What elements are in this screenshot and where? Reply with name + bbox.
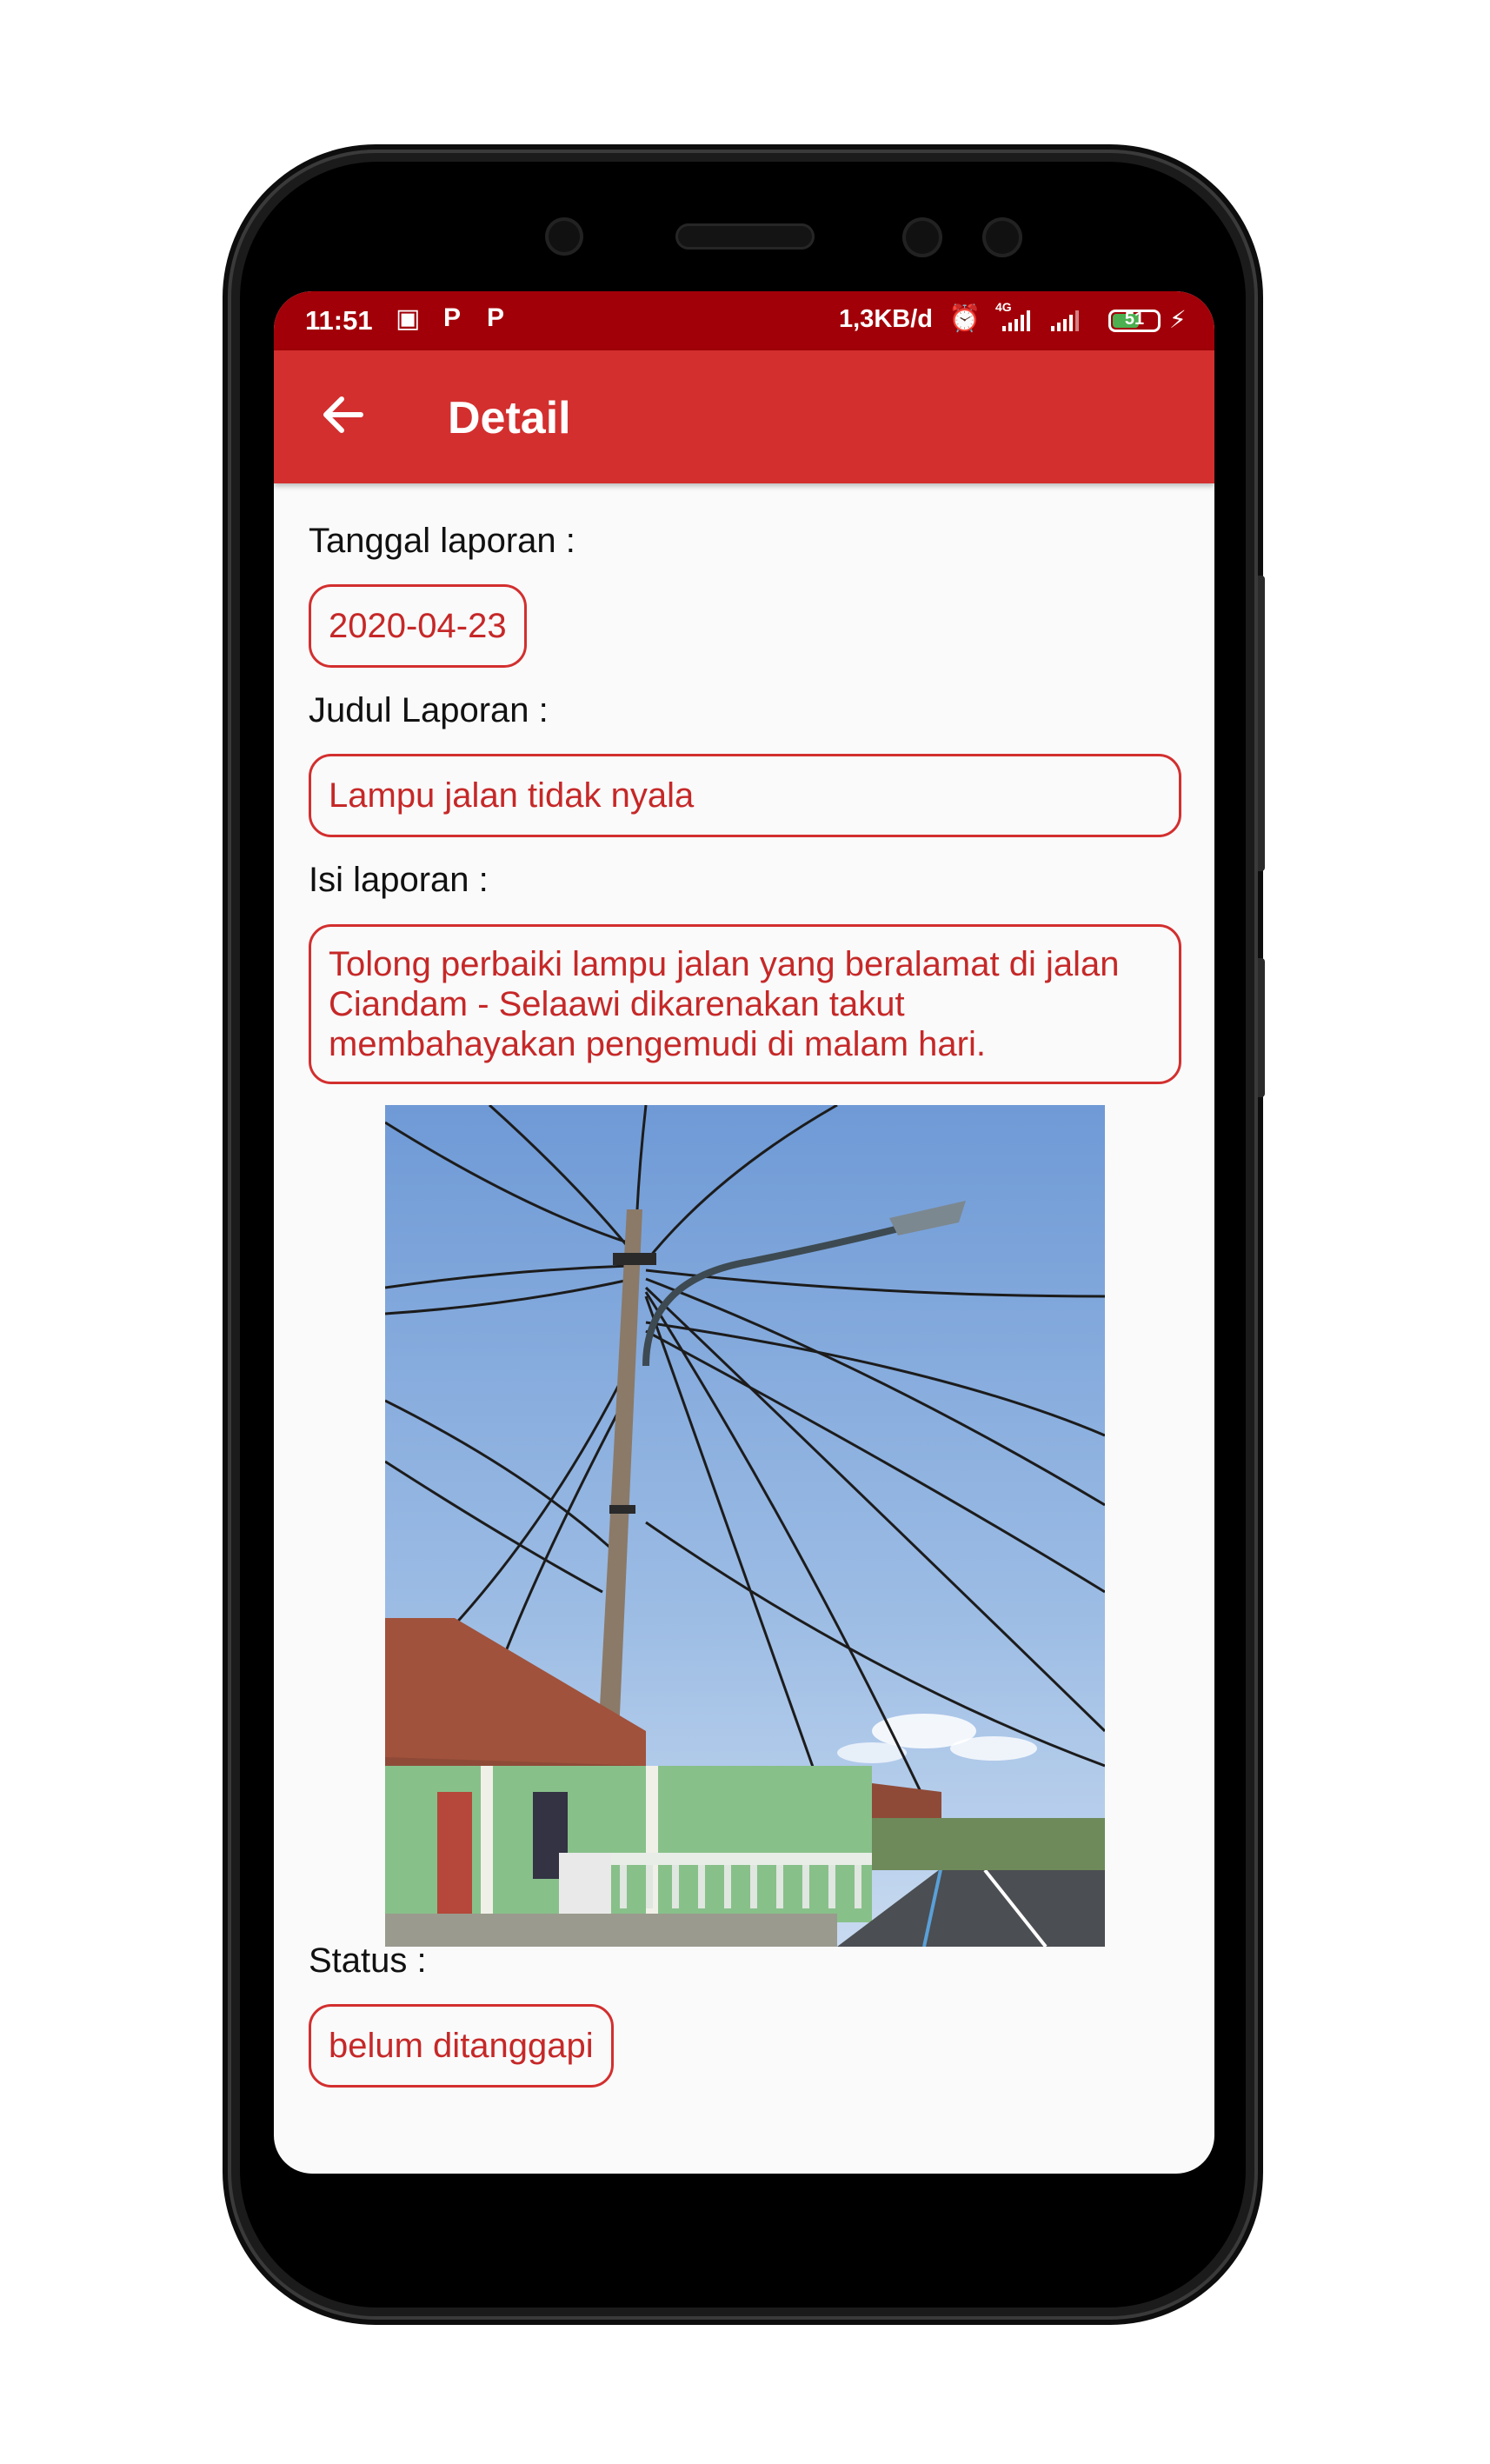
sensor-dot: [982, 217, 1022, 257]
front-camera: [545, 217, 583, 256]
status-time: 11:51: [305, 305, 373, 336]
page-title: Detail: [448, 393, 571, 443]
sensor-dot: [902, 217, 942, 257]
status-label: Status :: [309, 1941, 427, 1980]
app-bar: Detail: [274, 350, 1214, 483]
charging-icon: ⚡: [1169, 306, 1187, 333]
battery-level: 51: [1124, 310, 1145, 329]
status-badge: belum ditanggapi: [309, 2004, 614, 2088]
parking-app-icon: P: [443, 303, 462, 332]
arrow-left-icon[interactable]: [317, 389, 369, 441]
usb-icon: ▣: [396, 304, 421, 333]
volume-button: [1258, 576, 1265, 871]
content-value: Tolong perbaiki lampu jalan yang beralam…: [309, 924, 1181, 1084]
power-button: [1258, 958, 1265, 1097]
report-photo[interactable]: [385, 1105, 1105, 1947]
parking-app-icon: P: [487, 303, 505, 332]
date-value: 2020-04-23: [309, 584, 527, 668]
earpiece-speaker: [675, 223, 815, 250]
alarm-icon: ⏰: [948, 304, 981, 333]
signal-icon: [1051, 310, 1079, 331]
title-value: Lampu jalan tidak nyala: [309, 754, 1181, 837]
network-speed: 1,3KB/d: [839, 305, 933, 333]
signal-icon: [1002, 310, 1030, 331]
date-label: Tanggal laporan :: [309, 522, 575, 560]
app-screen: 11:51 ▣ P P 1,3KB/d ⏰ 4G 51 ⚡ Detail Tan…: [274, 291, 1214, 2174]
content-label: Isi laporan :: [309, 861, 489, 899]
battery-icon: 51: [1108, 310, 1161, 332]
title-label: Judul Laporan :: [309, 691, 549, 729]
status-bar: 11:51 ▣ P P 1,3KB/d ⏰ 4G 51 ⚡: [274, 291, 1214, 350]
